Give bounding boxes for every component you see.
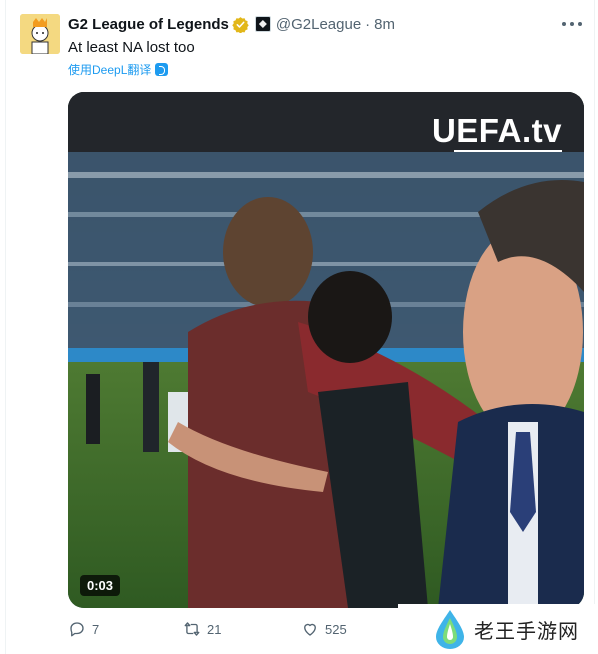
right-border xyxy=(594,0,595,654)
like-button[interactable]: 525 xyxy=(301,620,347,638)
tweet-text: At least NA lost too xyxy=(68,39,195,56)
retweet-button[interactable]: 21 xyxy=(183,620,221,638)
video-player[interactable]: UEFA.tv 0:03 xyxy=(68,92,584,608)
affiliate-badge-icon[interactable] xyxy=(254,16,271,32)
translate-link[interactable]: 使用DeepL翻译 xyxy=(68,61,169,78)
translate-label: 使用DeepL翻译 xyxy=(68,63,152,77)
watermark-logo-icon xyxy=(436,610,464,649)
site-watermark: 老王手游网 xyxy=(398,604,598,654)
reply-button[interactable]: 7 xyxy=(68,620,99,638)
like-count: 525 xyxy=(325,621,347,637)
video-timecode: 0:03 xyxy=(80,575,121,596)
avatar-image xyxy=(20,14,60,54)
retweet-icon xyxy=(184,622,200,636)
left-border xyxy=(5,0,6,654)
author-name[interactable]: G2 League of Legends xyxy=(68,16,229,33)
retweet-count: 21 xyxy=(207,621,222,637)
uefa-logo-underline xyxy=(454,150,562,152)
tweet-header: G2 League of Legends @G2League · 8m xyxy=(68,14,588,34)
author-handle[interactable]: @G2League xyxy=(276,16,361,33)
reply-count: 7 xyxy=(92,621,100,637)
video-frame xyxy=(68,92,584,608)
like-icon xyxy=(304,623,316,636)
verified-badge-icon[interactable] xyxy=(232,16,249,33)
more-options-icon[interactable] xyxy=(562,16,582,32)
reply-icon xyxy=(70,622,84,637)
uefa-tv-logo: UEFA.tv xyxy=(431,112,562,149)
separator-dot: · xyxy=(365,15,371,33)
timestamp[interactable]: 8m xyxy=(374,16,395,33)
deepl-icon xyxy=(155,63,169,76)
avatar[interactable] xyxy=(20,14,60,54)
watermark-text: 老王手游网 xyxy=(474,618,579,643)
